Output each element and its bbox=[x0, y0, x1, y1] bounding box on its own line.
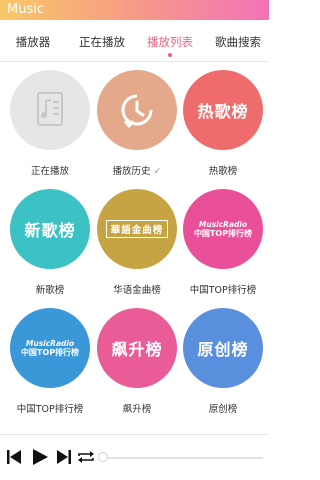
tile-label: 播放历史 ✓ bbox=[87, 163, 187, 177]
new-songs-cover[interactable]: 新歌榜 bbox=[10, 189, 90, 269]
logo-bottom-text: 中国TOP排行榜 bbox=[20, 347, 80, 357]
chinese-golden-songs-cover[interactable]: 華語金曲榜 bbox=[97, 189, 177, 269]
cover-title: 热歌榜 bbox=[197, 102, 249, 121]
logo-top-text: MusicRadio bbox=[25, 338, 75, 348]
tile-hot-songs[interactable]: 热歌榜 热歌榜 bbox=[183, 70, 263, 180]
tile-label: 热歌榜 bbox=[208, 166, 238, 177]
cover-title: 飙升榜 bbox=[111, 340, 163, 359]
cover-title: 華語金曲榜 bbox=[105, 220, 169, 238]
tile-label: 新歌榜 bbox=[35, 285, 65, 296]
play-history-cover[interactable] bbox=[97, 70, 177, 150]
history-clock-icon bbox=[121, 94, 153, 128]
tile-label: 飙升榜 bbox=[122, 404, 152, 415]
tile-label: 正在播放 bbox=[30, 166, 69, 177]
logo-bottom-text: 中国TOP排行榜 bbox=[193, 228, 253, 238]
app-title: Music bbox=[7, 2, 44, 17]
tab-playlist[interactable]: 播放列表 bbox=[145, 28, 195, 56]
repeat-icon[interactable] bbox=[76, 447, 96, 467]
play-icon[interactable] bbox=[30, 447, 50, 467]
tab-bar: 播放器 正在播放 播放列表 歌曲搜索 bbox=[0, 28, 269, 60]
player-bar bbox=[0, 435, 269, 480]
app-title-bar: Music bbox=[0, 0, 269, 20]
china-top-chart-cover[interactable]: MusicRadio 中国TOP排行榜 bbox=[183, 189, 263, 269]
previous-icon[interactable] bbox=[4, 447, 24, 467]
tile-label: 原创榜 bbox=[208, 404, 238, 415]
tile-chinese-golden-songs[interactable]: 華語金曲榜 华语金曲榜 bbox=[97, 189, 177, 299]
original-songs-cover[interactable]: 原创榜 bbox=[183, 308, 263, 388]
tile-rising-songs[interactable]: 飙升榜 飙升榜 bbox=[97, 308, 177, 418]
tile-original-songs[interactable]: 原创榜 原创榜 bbox=[183, 308, 263, 418]
cover-title: 原创榜 bbox=[197, 340, 249, 359]
tile-label: 中国TOP排行榜 bbox=[189, 285, 257, 296]
active-tab-indicator bbox=[168, 53, 172, 57]
tab-player[interactable]: 播放器 bbox=[14, 28, 52, 56]
progress-track[interactable] bbox=[103, 457, 263, 459]
china-top-chart-cover-2[interactable]: MusicRadio 中国TOP排行榜 bbox=[10, 308, 90, 388]
rising-songs-cover[interactable]: 飙升榜 bbox=[97, 308, 177, 388]
logo-top-text: MusicRadio bbox=[198, 219, 248, 229]
checkmark-icon: ✓ bbox=[153, 166, 162, 177]
musicradio-logo: MusicRadio 中国TOP排行榜 bbox=[194, 220, 252, 239]
tile-label: 华语金曲榜 bbox=[113, 285, 161, 296]
tile-play-history[interactable]: 播放历史 ✓ bbox=[97, 70, 177, 180]
music-note-document-icon bbox=[37, 92, 63, 126]
now-playing-cover[interactable] bbox=[10, 70, 90, 150]
tile-label: 中国TOP排行榜 bbox=[16, 404, 84, 415]
tab-song-search[interactable]: 歌曲搜索 bbox=[213, 28, 263, 56]
playlist-grid: 正在播放 播放历史 ✓ 热歌榜 热歌榜 新歌榜 新歌榜 華語金曲榜 华语金曲榜 … bbox=[0, 62, 269, 434]
tile-now-playing[interactable]: 正在播放 bbox=[10, 70, 90, 180]
next-icon[interactable] bbox=[54, 447, 74, 467]
cover-title: 新歌榜 bbox=[24, 221, 76, 240]
tile-china-top-chart[interactable]: MusicRadio 中国TOP排行榜 中国TOP排行榜 bbox=[183, 189, 263, 299]
tile-china-top-chart-2[interactable]: MusicRadio 中国TOP排行榜 中国TOP排行榜 bbox=[10, 308, 90, 418]
hot-songs-cover[interactable]: 热歌榜 bbox=[183, 70, 263, 150]
musicradio-logo: MusicRadio 中国TOP排行榜 bbox=[21, 339, 79, 358]
progress-thumb[interactable] bbox=[98, 452, 108, 462]
tile-new-songs[interactable]: 新歌榜 新歌榜 bbox=[10, 189, 90, 299]
tile-label-text: 播放历史 bbox=[112, 166, 151, 177]
tab-now-playing[interactable]: 正在播放 bbox=[77, 28, 127, 56]
